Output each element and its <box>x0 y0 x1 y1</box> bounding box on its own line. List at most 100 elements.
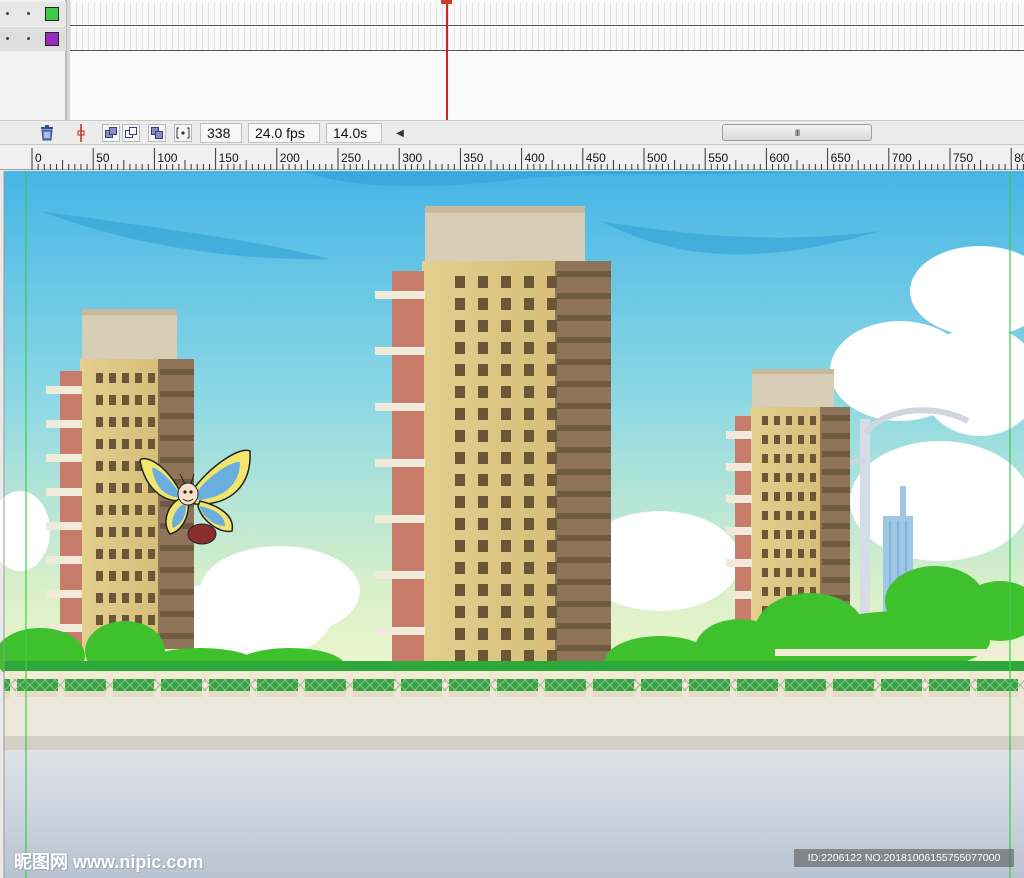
window <box>455 496 465 508</box>
lock-dot-icon[interactable] <box>27 12 30 15</box>
delete-layer-button[interactable] <box>38 124 56 142</box>
window <box>810 492 816 501</box>
window <box>135 571 142 581</box>
window <box>774 511 780 520</box>
window <box>786 511 792 520</box>
window <box>122 461 129 471</box>
facade-stripe <box>160 633 194 639</box>
window <box>135 593 142 603</box>
window <box>96 505 103 515</box>
horizontal-ruler[interactable]: 0 50 100 150 200 250 300 350 400 450 500 550 600 650 7… <box>0 146 1024 170</box>
frame-rate-field[interactable]: 24.0 fps <box>248 123 320 143</box>
window <box>96 373 103 383</box>
window <box>455 452 465 464</box>
window <box>501 386 511 398</box>
window <box>501 496 511 508</box>
window <box>524 386 534 398</box>
window <box>547 408 557 420</box>
window <box>524 342 534 354</box>
scroll-left-arrow-icon[interactable]: ◀ <box>393 124 407 142</box>
facade-stripe <box>160 611 194 617</box>
ruler-label: 650 <box>831 151 851 165</box>
window <box>455 342 465 354</box>
window <box>524 628 534 640</box>
window <box>455 606 465 618</box>
window <box>786 492 792 501</box>
window <box>547 474 557 486</box>
window <box>148 417 155 427</box>
window <box>501 430 511 442</box>
frame-track[interactable] <box>70 2 1024 26</box>
stage-canvas[interactable] <box>0 171 1024 878</box>
window <box>478 628 488 640</box>
window <box>148 615 155 625</box>
window <box>96 439 103 449</box>
window <box>96 549 103 559</box>
facade-stripe <box>557 447 611 453</box>
facade-stripe <box>160 413 194 419</box>
window <box>122 483 129 493</box>
window <box>455 628 465 640</box>
window <box>524 584 534 596</box>
window <box>478 298 488 310</box>
window <box>478 496 488 508</box>
fence-post <box>682 671 689 697</box>
visibility-dot-icon[interactable] <box>6 12 9 15</box>
layer-color-swatch[interactable] <box>45 32 59 46</box>
fence-post <box>634 671 641 697</box>
balcony <box>726 527 752 535</box>
window <box>774 473 780 482</box>
modify-onion-markers-button[interactable] <box>174 124 192 142</box>
window <box>501 606 511 618</box>
window <box>524 518 534 530</box>
window <box>501 364 511 376</box>
balcony <box>46 386 82 394</box>
playhead-handle[interactable] <box>441 0 452 4</box>
facade-stripe <box>557 557 611 563</box>
center-frame-button[interactable] <box>72 124 90 142</box>
ruler-label: 550 <box>708 151 728 165</box>
visibility-dot-icon[interactable] <box>6 37 9 40</box>
window <box>109 373 116 383</box>
facade-stripe <box>822 487 850 493</box>
frame-area[interactable] <box>70 0 1024 120</box>
window <box>455 562 465 574</box>
layer-row[interactable] <box>0 27 66 51</box>
window <box>109 527 116 537</box>
window <box>762 549 768 558</box>
onion-skin-button[interactable] <box>102 124 120 142</box>
facade-stripe <box>557 623 611 629</box>
window <box>122 505 129 515</box>
window <box>135 549 142 559</box>
ruler-label: 450 <box>586 151 606 165</box>
frame-track[interactable] <box>70 27 1024 51</box>
curb <box>4 736 1024 750</box>
window <box>774 530 780 539</box>
window <box>762 416 768 425</box>
window <box>762 473 768 482</box>
onion-skin-outlines-button[interactable] <box>122 124 140 142</box>
balcony <box>46 488 82 496</box>
facade-stripe <box>557 381 611 387</box>
window <box>478 276 488 288</box>
window <box>148 571 155 581</box>
facade-stripe <box>557 403 611 409</box>
ruler-label: 400 <box>525 151 545 165</box>
layer-color-swatch[interactable] <box>45 7 59 21</box>
horizontal-scrollbar-thumb[interactable]: III <box>722 124 872 141</box>
timeline-toolbar: 338 24.0 fps 14.0s ◀ III <box>0 120 1024 145</box>
window <box>148 439 155 449</box>
balcony <box>375 459 425 467</box>
facade-stripe <box>822 559 850 565</box>
window <box>148 593 155 603</box>
playhead[interactable] <box>446 0 448 120</box>
window <box>135 395 142 405</box>
window <box>96 571 103 581</box>
window <box>524 320 534 332</box>
lock-dot-icon[interactable] <box>27 37 30 40</box>
edit-multiple-frames-button[interactable] <box>148 124 166 142</box>
layer-row[interactable] <box>0 2 66 26</box>
watermark-id: ID:2206122 NO:20181006155755077000 <box>794 849 1014 867</box>
window <box>455 650 465 662</box>
window <box>786 416 792 425</box>
